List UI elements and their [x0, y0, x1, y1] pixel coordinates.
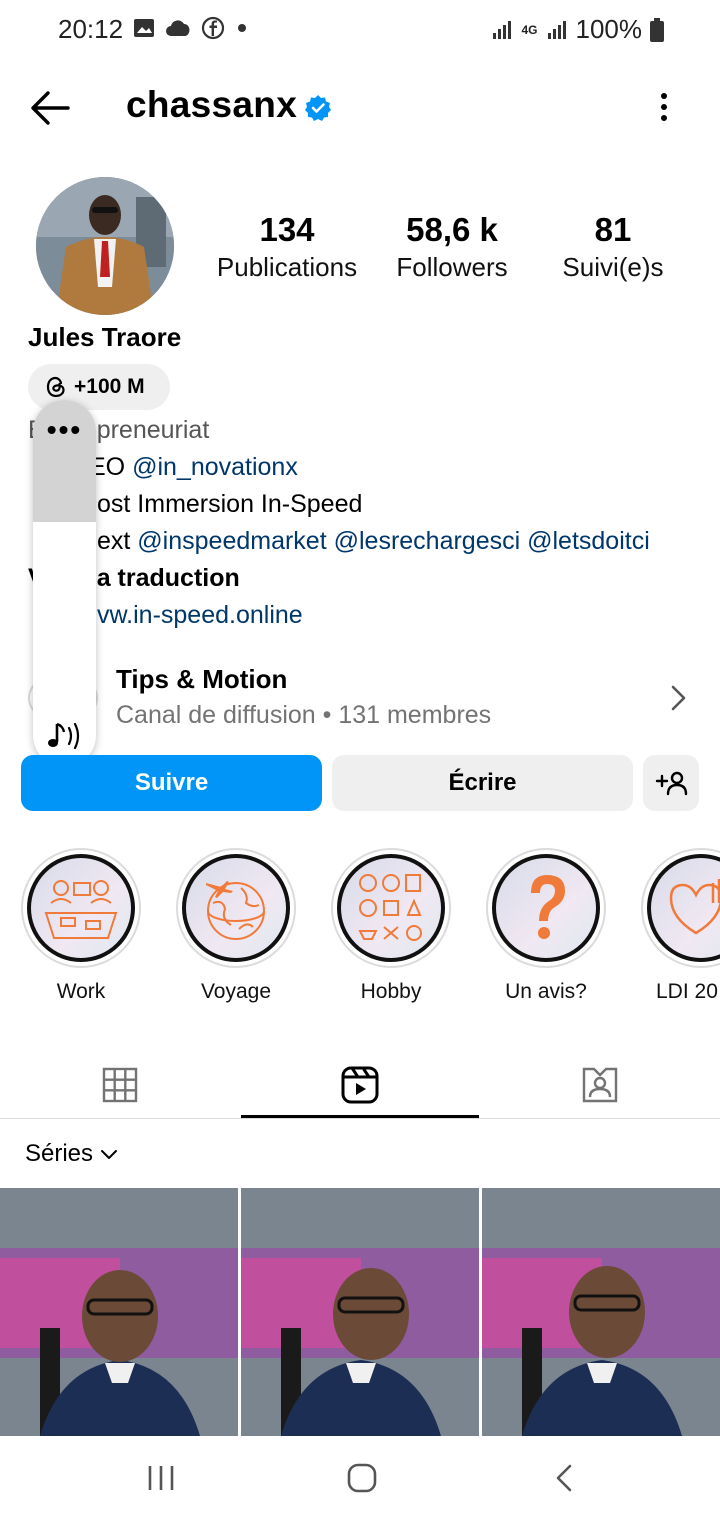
stat-value: 58,6 k	[406, 211, 498, 248]
highlight-un-avis[interactable]: Un avis?	[486, 848, 606, 1004]
bio-mention-lesrechargesci[interactable]: @lesrechargesci	[334, 527, 521, 555]
bio-category: preneuriat	[96, 416, 210, 444]
tab-tagged[interactable]	[480, 1052, 720, 1118]
bio-mention-letsdoitci[interactable]: @letsdoitci	[527, 527, 650, 555]
follow-button[interactable]: Suivre	[21, 755, 322, 811]
signal-icon-2	[547, 20, 566, 39]
floating-media-panel[interactable]: •••	[33, 400, 96, 767]
reel-thumbnail[interactable]	[241, 1188, 479, 1436]
message-button[interactable]: Écrire	[332, 755, 633, 811]
profile-avatar[interactable]	[36, 177, 174, 315]
system-navigation-bar	[0, 1436, 720, 1520]
bio-mention-innovationx[interactable]: @in_novationx	[132, 453, 298, 481]
tab-grid[interactable]	[0, 1052, 240, 1118]
suggested-users-button[interactable]	[643, 755, 699, 811]
stat-value: 134	[259, 211, 315, 248]
highlight-hobby[interactable]: Hobby	[331, 848, 451, 1004]
chevron-down-icon	[101, 1150, 118, 1159]
hobby-items-icon	[358, 874, 422, 941]
full-name: Jules Traore	[28, 322, 182, 352]
threads-icon	[46, 376, 65, 398]
more-dots-icon[interactable]: •••	[33, 416, 96, 444]
cloud-icon	[166, 20, 190, 36]
chevron-right-icon[interactable]	[668, 684, 688, 712]
status-right: 4G 100%	[491, 14, 664, 45]
bio-host-text: ost Immersion In-Speed	[97, 490, 363, 518]
tagged-icon	[582, 1067, 618, 1103]
threads-count: +100 M	[74, 375, 145, 398]
status-bar: 20:12 4G 100%	[0, 0, 720, 60]
network-icon: 4G	[521, 22, 538, 37]
bio-website-link[interactable]: vw.in-speed.online	[97, 599, 303, 631]
username: chassanx	[126, 84, 298, 125]
question-mark-icon	[531, 875, 565, 939]
bio-website-text: vw.in-speed.online	[97, 601, 303, 629]
status-time: 20:12	[58, 14, 124, 44]
tab-reels[interactable]	[240, 1052, 480, 1118]
add-user-icon	[655, 771, 688, 796]
stat-value: 81	[594, 211, 632, 248]
heart-hand-icon	[669, 879, 720, 935]
dot-icon	[238, 24, 246, 32]
highlight-ldi[interactable]: LDI 20	[641, 848, 720, 1004]
grid-icon	[102, 1067, 138, 1103]
status-left-icons	[133, 16, 249, 40]
bio-translation-text: a traduction	[96, 564, 240, 592]
stat-label: Followers	[396, 252, 508, 282]
stat-followers[interactable]: 58,6 k Followers	[382, 210, 522, 284]
bio-next-text: ext	[97, 527, 138, 555]
stat-label: Suivi(e)s	[562, 252, 664, 282]
series-filter-label: Séries	[25, 1140, 94, 1167]
verified-badge-icon	[305, 95, 331, 121]
channel-subtitle: Canal de diffusion • 131 membres	[116, 701, 492, 729]
home-icon[interactable]	[342, 1462, 382, 1494]
work-desk-icon	[44, 880, 118, 939]
channel-title[interactable]: Tips & Motion	[116, 664, 287, 695]
tabs-divider	[0, 1118, 720, 1119]
reel-thumbnail[interactable]	[482, 1188, 720, 1436]
highlight-label: Work	[56, 980, 106, 1003]
back-nav-icon[interactable]	[545, 1462, 585, 1494]
bio-mention-inspeedmarket[interactable]: @inspeedmarket	[137, 527, 326, 555]
audio-note-icon[interactable]	[45, 718, 85, 754]
stat-following[interactable]: 81 Suivi(e)s	[548, 210, 678, 284]
battery-percent: 100%	[575, 14, 643, 44]
bio-line-next: ext @inspeedmarket @lesrechargesci @lets…	[97, 525, 650, 557]
globe-plane-icon	[206, 881, 265, 940]
highlight-label: Voyage	[200, 980, 272, 1003]
battery-icon	[650, 17, 664, 42]
reels-icon	[341, 1066, 379, 1104]
highlight-label: LDI 20	[656, 980, 718, 1003]
facebook-icon	[201, 16, 225, 40]
signal-icon	[493, 20, 512, 39]
highlight-voyage[interactable]: Voyage	[176, 848, 296, 1004]
bio-line-host: ost Immersion In-Speed	[97, 488, 362, 520]
bio-line-ceo: EO @in_novationx	[89, 451, 298, 483]
back-arrow-icon[interactable]	[28, 88, 72, 128]
reel-thumbnail[interactable]	[0, 1188, 238, 1436]
recent-apps-icon[interactable]	[141, 1462, 181, 1494]
stat-label: Publications	[216, 252, 358, 282]
profile-header: chassanx	[0, 70, 720, 146]
gallery-icon	[134, 19, 154, 37]
highlight-work[interactable]: Work	[21, 848, 141, 1004]
highlight-label: Un avis?	[505, 980, 587, 1003]
more-options-icon[interactable]	[650, 90, 678, 124]
series-filter-dropdown[interactable]: Séries	[25, 1140, 119, 1168]
highlight-label: Hobby	[360, 980, 422, 1003]
stat-publications[interactable]: 134 Publications	[206, 210, 368, 284]
